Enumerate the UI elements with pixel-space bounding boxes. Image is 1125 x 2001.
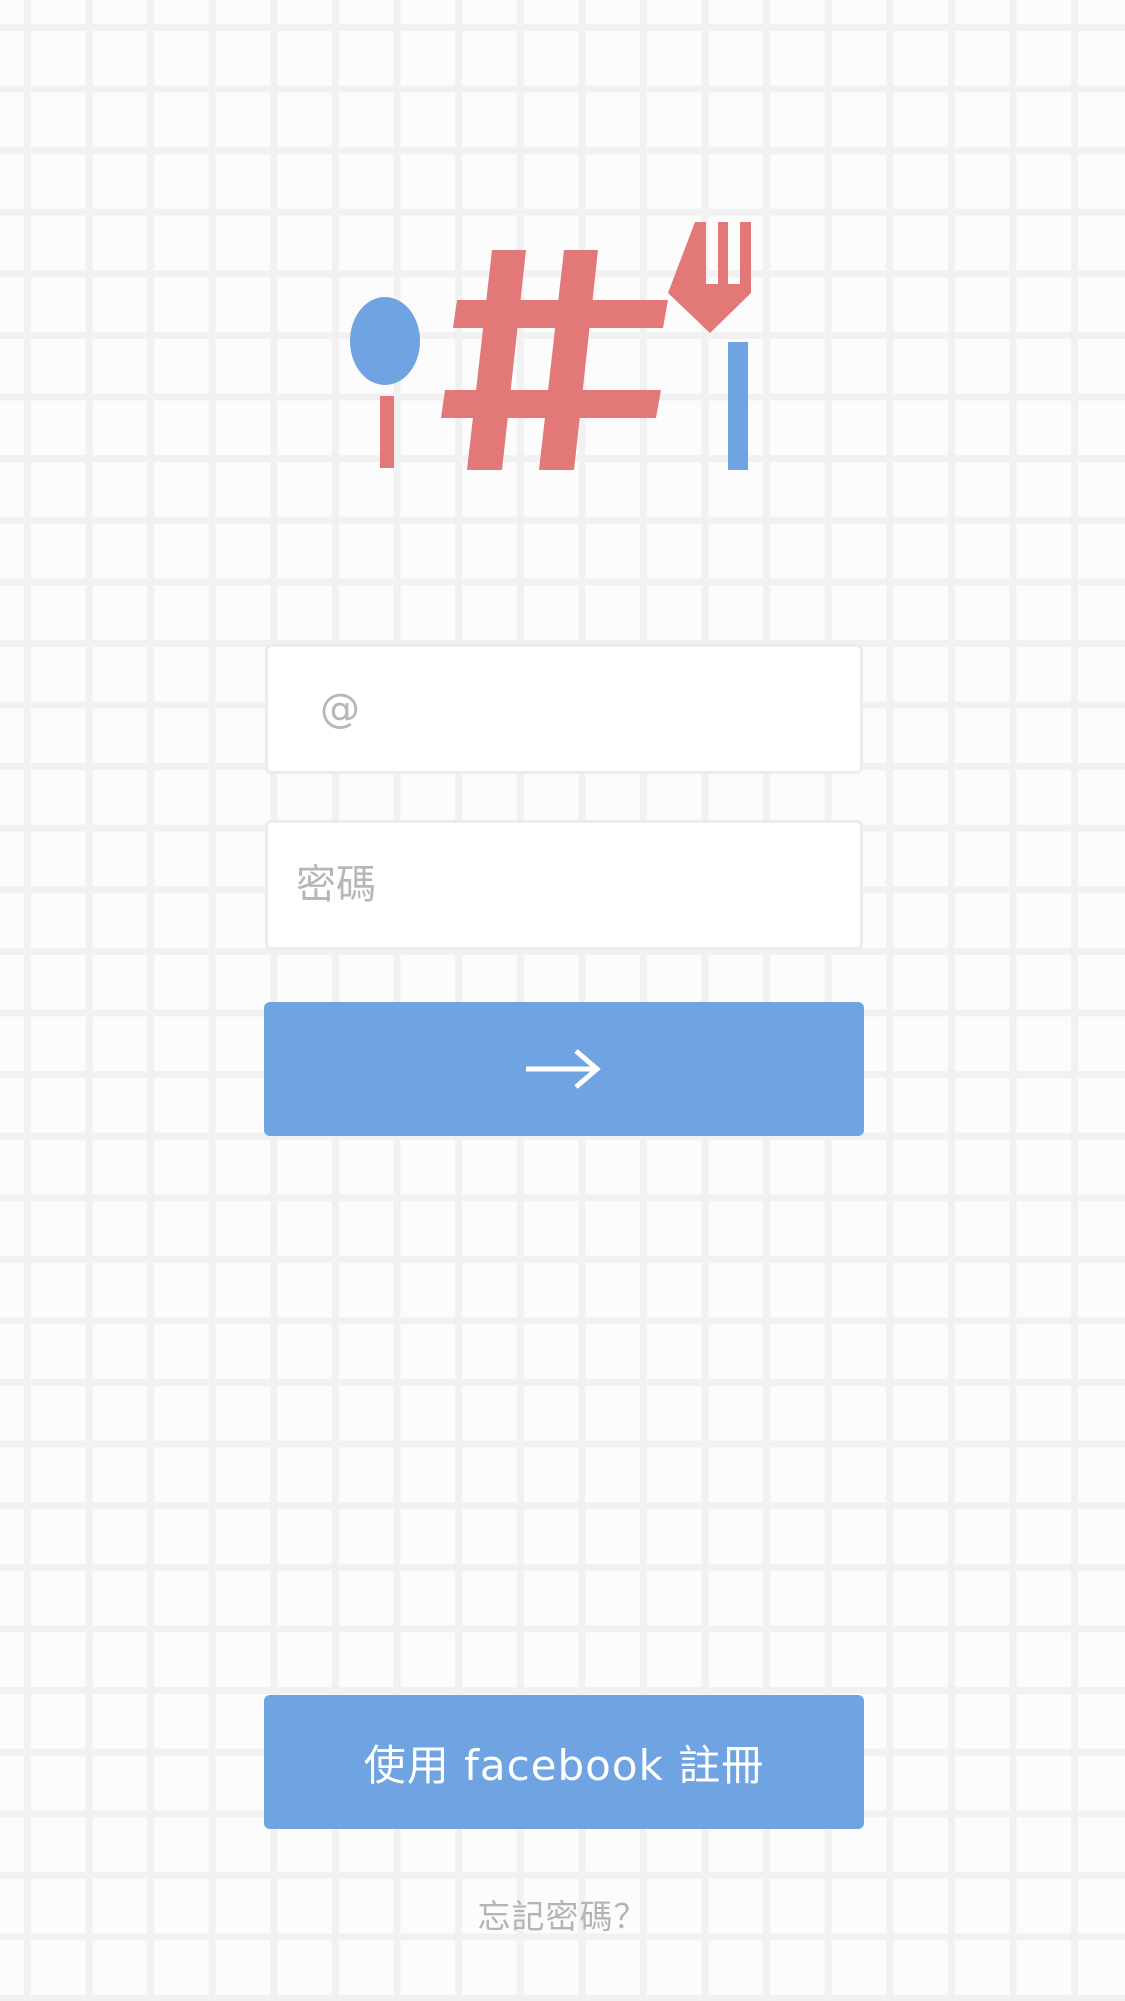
hash-icon — [441, 250, 668, 470]
password-field[interactable] — [265, 820, 863, 950]
facebook-signup-label: 使用 facebook 註冊 — [363, 1740, 765, 1790]
spoon-icon — [350, 297, 420, 468]
email-field[interactable] — [265, 644, 863, 774]
login-submit-button[interactable] — [264, 1002, 864, 1136]
app-logo — [345, 218, 785, 473]
arrow-right-icon — [526, 1049, 601, 1089]
facebook-signup-button[interactable]: 使用 facebook 註冊 — [264, 1695, 864, 1829]
forgot-password-link[interactable]: 忘記密碼？ — [0, 1890, 1125, 1938]
app-logo-graphic — [350, 222, 751, 470]
fork-icon — [668, 222, 751, 470]
email-input[interactable] — [268, 647, 860, 771]
password-input[interactable] — [268, 823, 860, 947]
